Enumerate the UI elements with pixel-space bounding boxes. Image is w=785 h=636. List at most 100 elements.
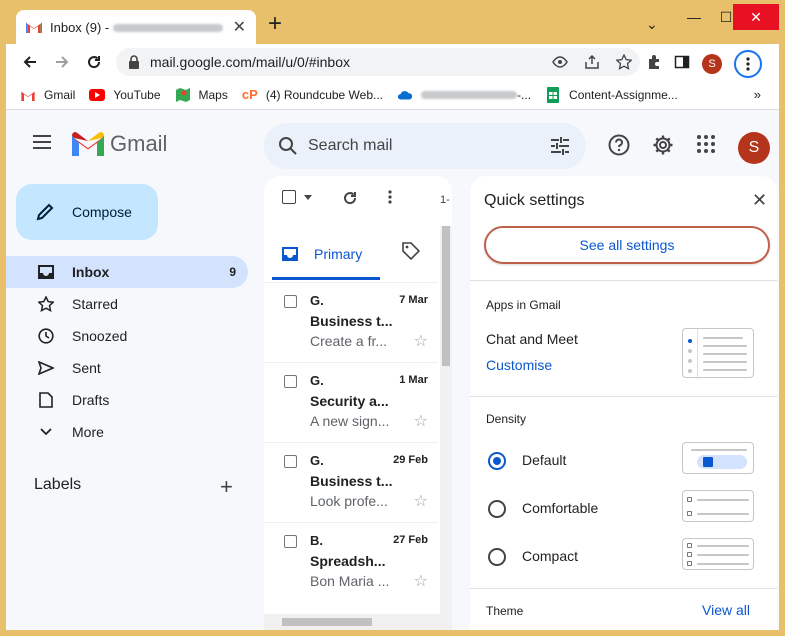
new-tab-button[interactable]: + — [268, 12, 282, 36]
onedrive-icon — [397, 87, 413, 103]
search-icon[interactable] — [278, 136, 298, 156]
density-default-radio[interactable] — [488, 452, 506, 470]
unread-count: 9 — [229, 265, 236, 279]
bookmarks-bar: Gmail YouTube Maps cP (4) Roundcube Web.… — [6, 80, 779, 110]
gmail-logo-text: Gmail — [110, 131, 168, 156]
email-sender: B. — [310, 533, 323, 548]
email-snippet: Create a fr... — [310, 333, 388, 349]
nav-starred[interactable]: Starred — [6, 288, 248, 320]
gmail-logo[interactable]: Gmail — [72, 131, 167, 157]
email-row[interactable]: B. 27 Feb Spreadsh... Bon Maria ... ☆ — [264, 522, 438, 602]
density-compact-radio[interactable] — [488, 548, 506, 566]
density-default-preview — [682, 442, 754, 474]
browser-menu-icon[interactable] — [734, 50, 762, 78]
mail-list: 1- Primary G. 7 Mar Business t... Create… — [264, 176, 452, 630]
bookmark-content-assignment[interactable]: Content-Assignme... — [545, 86, 678, 103]
bookmarks-overflow-icon[interactable]: » — [754, 87, 761, 102]
star-icon — [36, 296, 56, 312]
gmail-header: Gmail S — [6, 111, 779, 175]
horizontal-scrollbar[interactable] — [264, 614, 452, 630]
bookmark-star-icon[interactable] — [608, 54, 640, 70]
bookmark-label: Maps — [198, 87, 228, 102]
see-all-settings-button[interactable]: See all settings — [484, 226, 770, 264]
bookmark-label: YouTube — [113, 87, 161, 102]
maps-icon — [175, 87, 191, 103]
refresh-icon[interactable] — [342, 190, 358, 206]
bookmark-gmail[interactable]: Gmail — [20, 87, 75, 103]
scrollbar-thumb[interactable] — [282, 618, 372, 626]
scrollbar-thumb[interactable] — [442, 226, 450, 366]
density-default-label: Default — [522, 452, 567, 468]
nav-inbox[interactable]: Inbox 9 — [6, 256, 248, 288]
view-all-themes-link[interactable]: View all — [702, 602, 750, 618]
email-snippet: Bon Maria ... — [310, 573, 390, 589]
email-sender: G. — [310, 293, 324, 308]
reload-icon[interactable] — [82, 50, 106, 74]
bookmark-roundcube[interactable]: cP (4) Roundcube Web... — [242, 87, 383, 103]
star-icon[interactable]: ☆ — [414, 331, 428, 351]
cpanel-icon: cP — [241, 87, 258, 102]
search-input[interactable] — [308, 137, 528, 155]
email-row[interactable]: G. 1 Mar Security a... A new sign... ☆ — [264, 362, 438, 442]
share-icon[interactable] — [576, 55, 608, 69]
tab-primary[interactable]: Primary — [272, 230, 380, 280]
gmail-favicon-icon — [26, 22, 42, 33]
vertical-scrollbar[interactable] — [440, 226, 452, 630]
customise-link[interactable]: Customise — [486, 357, 552, 373]
email-checkbox[interactable] — [284, 295, 297, 308]
nav-sent[interactable]: Sent — [6, 352, 248, 384]
email-row[interactable]: G. 29 Feb Business t... Look profe... ☆ — [264, 442, 438, 522]
search-bar[interactable] — [264, 123, 586, 169]
tab-title-redacted — [113, 24, 224, 33]
tab-search-icon[interactable]: ⌄ — [646, 16, 658, 33]
star-icon[interactable]: ☆ — [414, 491, 428, 511]
gmail-logo-icon — [72, 132, 104, 156]
inbox-icon — [36, 265, 56, 279]
side-panel-icon[interactable] — [674, 54, 690, 75]
density-comfortable-radio[interactable] — [488, 500, 506, 518]
density-compact-preview — [682, 538, 754, 570]
back-icon[interactable] — [18, 50, 42, 74]
more-options-icon[interactable] — [388, 190, 392, 204]
email-subject: Business t... — [310, 473, 393, 489]
bookmark-youtube[interactable]: YouTube — [89, 87, 161, 103]
eye-icon[interactable] — [544, 56, 576, 68]
add-label-button[interactable]: + — [220, 474, 233, 500]
tag-icon[interactable] — [402, 242, 421, 265]
address-bar[interactable]: mail.google.com/mail/u/0/#inbox — [116, 48, 640, 76]
email-row[interactable]: G. 7 Mar Business t... Create a fr... ☆ — [264, 282, 438, 362]
gmail-icon — [20, 87, 36, 103]
email-subject: Business t... — [310, 313, 393, 329]
forward-icon[interactable] — [50, 50, 74, 74]
search-options-icon[interactable] — [550, 137, 570, 155]
bookmark-maps[interactable]: Maps — [175, 87, 228, 103]
caret-down-icon[interactable] — [304, 194, 312, 200]
apps-grid-icon[interactable] — [696, 134, 716, 159]
compose-button[interactable]: Compose — [16, 184, 158, 240]
account-avatar[interactable]: S — [738, 132, 770, 164]
bookmark-label: Gmail — [44, 87, 76, 102]
nav-drafts[interactable]: Drafts — [6, 384, 248, 416]
close-window-button[interactable]: ✕ — [733, 4, 779, 30]
select-all-checkbox[interactable] — [282, 190, 312, 204]
help-icon[interactable] — [608, 134, 630, 161]
star-icon[interactable]: ☆ — [414, 411, 428, 431]
star-icon[interactable]: ☆ — [414, 571, 428, 591]
settings-gear-icon[interactable] — [652, 134, 674, 161]
email-checkbox[interactable] — [284, 455, 297, 468]
email-date: 7 Mar — [399, 294, 428, 306]
bookmark-onedrive[interactable]: -... — [397, 87, 531, 103]
tab-title: Inbox (9) - — [50, 19, 110, 35]
extensions-icon[interactable] — [646, 54, 662, 75]
browser-tab-inbox[interactable]: Inbox (9) - ✕ — [16, 10, 256, 44]
profile-avatar[interactable]: S — [702, 54, 722, 74]
nav-label: Sent — [72, 360, 101, 376]
email-checkbox[interactable] — [284, 535, 297, 548]
main-menu-icon[interactable] — [32, 135, 52, 154]
tab-close-icon[interactable]: ✕ — [233, 17, 246, 37]
nav-snoozed[interactable]: Snoozed — [6, 320, 248, 352]
close-icon[interactable]: ✕ — [752, 190, 767, 211]
nav-more[interactable]: More — [6, 416, 248, 448]
email-checkbox[interactable] — [284, 375, 297, 388]
email-snippet: A new sign... — [310, 413, 390, 429]
